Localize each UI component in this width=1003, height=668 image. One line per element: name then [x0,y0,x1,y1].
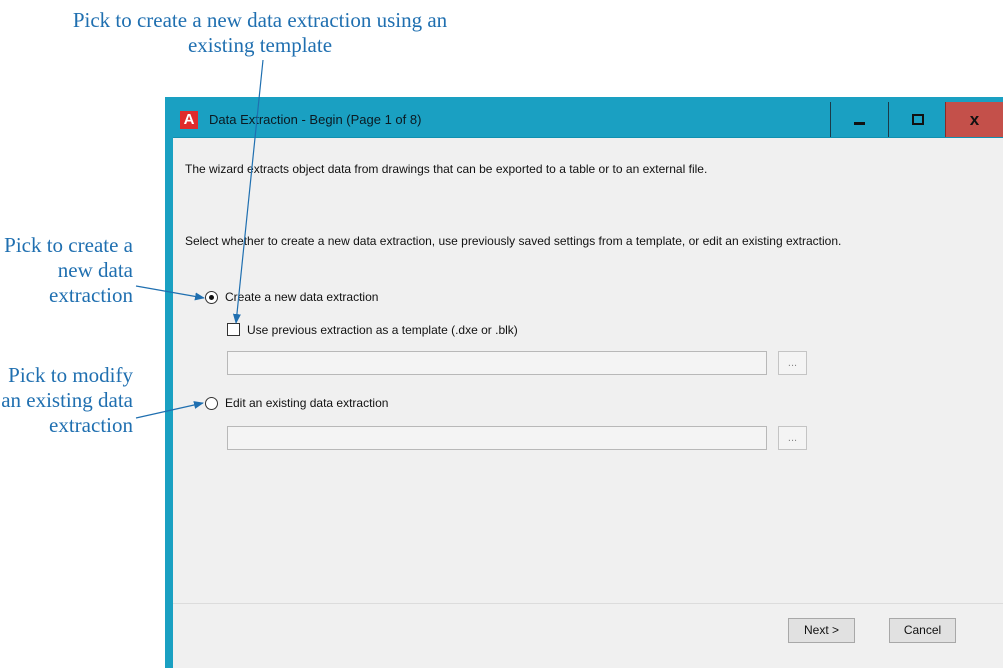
arrow-to-create-new-radio [135,285,205,301]
arrow-to-template-checkbox [232,59,264,324]
callout-arrows [135,59,264,419]
arrow-to-edit-radio [135,401,204,419]
